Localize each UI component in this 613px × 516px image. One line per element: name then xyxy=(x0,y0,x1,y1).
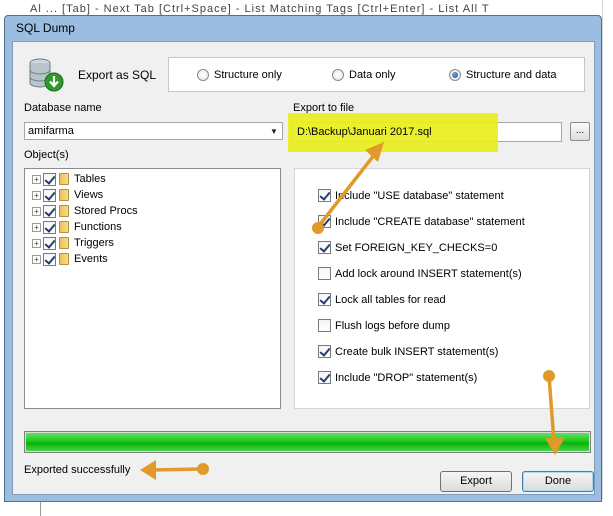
tree-item-tables[interactable]: + Tables xyxy=(32,172,106,186)
checkbox-stored-procs[interactable] xyxy=(43,204,56,218)
tree-item-label: Functions xyxy=(74,221,122,233)
checkbox-foreign-key-checks[interactable] xyxy=(318,241,331,254)
option-foreign-key-checks[interactable]: Set FOREIGN_KEY_CHECKS=0 xyxy=(318,241,497,254)
expand-icon[interactable]: + xyxy=(32,222,41,232)
browse-file-button[interactable]: ... xyxy=(570,122,590,141)
option-label: Set FOREIGN_KEY_CHECKS=0 xyxy=(335,241,498,254)
expand-icon[interactable]: + xyxy=(32,190,41,200)
folder-icon xyxy=(59,237,69,249)
folder-icon xyxy=(59,189,69,201)
expand-icon[interactable]: + xyxy=(32,174,41,184)
option-add-lock-insert[interactable]: Add lock around INSERT statement(s) xyxy=(318,267,522,280)
radio-structure-and-data-label: Structure and data xyxy=(466,69,557,81)
tree-item-label: Stored Procs xyxy=(74,205,138,217)
option-label: Include "CREATE database" statement xyxy=(335,215,525,228)
tree-item-label: Triggers xyxy=(74,237,114,249)
tree-item-label: Tables xyxy=(74,173,106,185)
option-include-use-database[interactable]: Include "USE database" statement xyxy=(318,189,504,202)
checkbox-functions[interactable] xyxy=(43,220,56,234)
option-label: Add lock around INSERT statement(s) xyxy=(335,267,522,280)
done-button[interactable]: Done xyxy=(522,471,594,492)
checkbox-flush-logs[interactable] xyxy=(318,319,331,332)
tree-item-triggers[interactable]: + Triggers xyxy=(32,236,114,250)
option-label: Lock all tables for read xyxy=(335,293,446,306)
objects-tree: + Tables + Views + Stored Procs + Functi… xyxy=(24,168,281,409)
checkbox-include-drop[interactable] xyxy=(318,371,331,384)
radio-indicator[interactable] xyxy=(332,69,344,81)
export-file-path[interactable]: D:\Backup\Januari 2017.sql xyxy=(297,126,432,138)
folder-icon xyxy=(59,253,69,265)
tree-item-views[interactable]: + Views xyxy=(32,188,103,202)
checkbox-include-create-database[interactable] xyxy=(318,215,331,228)
checkbox-bulk-insert[interactable] xyxy=(318,345,331,358)
folder-icon xyxy=(59,205,69,217)
option-include-drop[interactable]: Include "DROP" statement(s) xyxy=(318,371,477,384)
option-flush-logs[interactable]: Flush logs before dump xyxy=(318,319,450,332)
expand-icon[interactable]: + xyxy=(32,206,41,216)
status-message: Exported successfully xyxy=(24,464,131,476)
checkbox-views[interactable] xyxy=(43,188,56,202)
radio-structure-only-label: Structure only xyxy=(214,69,282,81)
export-button[interactable]: Export xyxy=(440,471,512,492)
export-mode-group: Structure only Data only Structure and d… xyxy=(168,57,585,92)
folder-icon xyxy=(59,221,69,233)
chevron-down-icon[interactable]: ▼ xyxy=(266,123,282,139)
checkbox-tables[interactable] xyxy=(43,172,56,186)
expand-icon[interactable]: + xyxy=(32,254,41,264)
tree-item-functions[interactable]: + Functions xyxy=(32,220,122,234)
option-label: Include "USE database" statement xyxy=(335,189,504,202)
checkbox-triggers[interactable] xyxy=(43,236,56,250)
database-select-value: amifarma xyxy=(28,125,74,137)
tree-item-stored-procs[interactable]: + Stored Procs xyxy=(32,204,138,218)
background-hint-text: Al ... [Tab] - Next Tab [Ctrl+Space] - L… xyxy=(30,3,490,15)
sql-dump-dialog: SQL Dump Export as SQL Structure only Da… xyxy=(4,15,602,502)
window-title: SQL Dump xyxy=(16,21,75,35)
database-export-icon xyxy=(29,58,64,92)
checkbox-events[interactable] xyxy=(43,252,56,266)
radio-data-only-label: Data only xyxy=(349,69,396,81)
objects-label: Object(s) xyxy=(24,149,69,161)
database-select[interactable]: amifarma ▼ xyxy=(24,122,283,140)
background-bottom-strip xyxy=(0,500,613,516)
title-bar[interactable]: SQL Dump xyxy=(5,16,601,40)
checkbox-lock-all-tables[interactable] xyxy=(318,293,331,306)
option-bulk-insert[interactable]: Create bulk INSERT statement(s) xyxy=(318,345,498,358)
background-right-strip xyxy=(602,0,613,516)
checkbox-add-lock-insert[interactable] xyxy=(318,267,331,280)
option-label: Flush logs before dump xyxy=(335,319,450,332)
database-name-label: Database name xyxy=(24,102,102,114)
option-include-create-database[interactable]: Include "CREATE database" statement xyxy=(318,215,525,228)
folder-icon xyxy=(59,173,69,185)
background-divider xyxy=(40,500,41,516)
radio-structure-and-data[interactable]: Structure and data xyxy=(449,69,557,81)
export-as-sql-label: Export as SQL xyxy=(78,68,157,82)
expand-icon[interactable]: + xyxy=(32,238,41,248)
dump-options-panel: Include "USE database" statement Include… xyxy=(294,168,590,409)
option-label: Include "DROP" statement(s) xyxy=(335,371,478,384)
export-progress-bar xyxy=(24,431,591,453)
radio-indicator[interactable] xyxy=(197,69,209,81)
tree-item-label: Events xyxy=(74,253,108,265)
checkbox-include-use-database[interactable] xyxy=(318,189,331,202)
option-lock-all-tables[interactable]: Lock all tables for read xyxy=(318,293,446,306)
radio-indicator-selected[interactable] xyxy=(449,69,461,81)
radio-structure-only[interactable]: Structure only xyxy=(197,69,282,81)
dialog-client-area: Export as SQL Structure only Data only S… xyxy=(12,41,595,495)
tree-item-events[interactable]: + Events xyxy=(32,252,108,266)
tree-item-label: Views xyxy=(74,189,104,201)
option-label: Create bulk INSERT statement(s) xyxy=(335,345,499,358)
progress-fill xyxy=(26,433,589,451)
radio-data-only[interactable]: Data only xyxy=(332,69,395,81)
